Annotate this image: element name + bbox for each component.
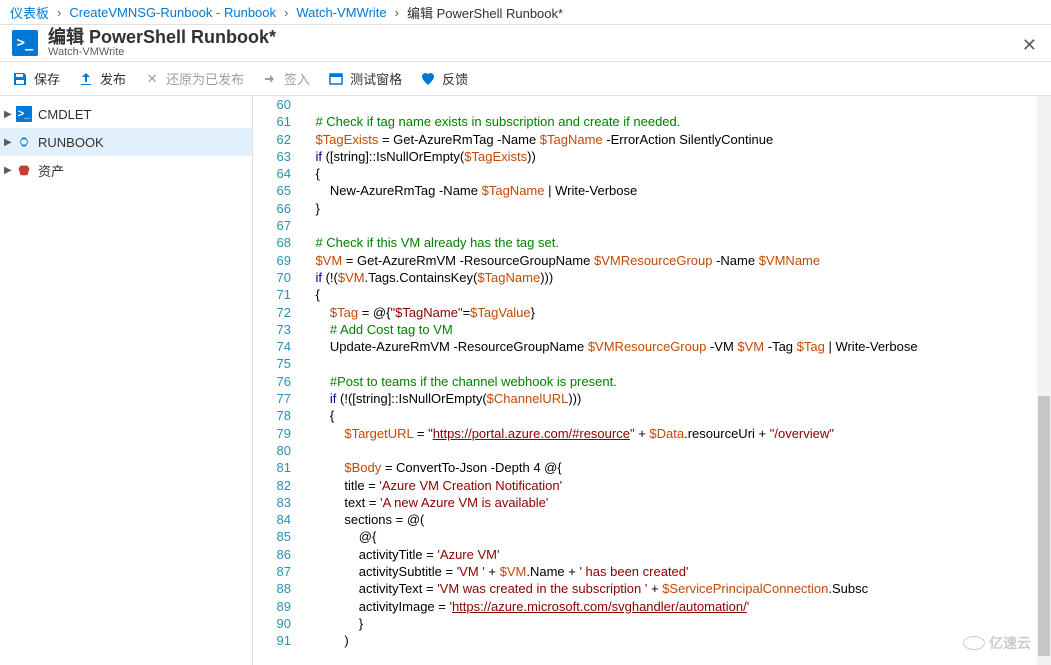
watermark-icon xyxy=(963,636,985,650)
breadcrumb-item[interactable]: 仪表板 xyxy=(10,3,49,22)
page-title: 编辑 PowerShell Runbook* xyxy=(48,28,276,46)
breadcrumb-current: 编辑 PowerShell Runbook* xyxy=(407,3,563,22)
toolbar-label: 保存 xyxy=(34,69,60,88)
toolbar-label: 发布 xyxy=(100,69,126,88)
code-content[interactable]: # Check if tag name exists in subscripti… xyxy=(301,96,1051,665)
heart-icon xyxy=(420,71,436,87)
runbook-icon xyxy=(16,134,32,150)
sidebar-item-assets[interactable]: ▶ 资产 xyxy=(0,156,252,184)
testpane-icon xyxy=(328,71,344,87)
chevron-right-icon: › xyxy=(57,5,61,20)
cmdlet-icon: >_ xyxy=(16,106,32,122)
breadcrumb-item[interactable]: Watch-VMWrite xyxy=(296,5,386,20)
line-numbers: 6061626364656667686970717273747576777879… xyxy=(253,96,301,665)
chevron-right-icon: ▶ xyxy=(4,109,14,120)
breadcrumb: 仪表板 › CreateVMNSG-Runbook - Runbook › Wa… xyxy=(0,0,1051,24)
vertical-scrollbar[interactable] xyxy=(1037,96,1051,665)
revert-button[interactable]: ✕ 还原为已发布 xyxy=(144,69,244,88)
sidebar-item-runbook[interactable]: ▶ RUNBOOK xyxy=(0,128,252,156)
breadcrumb-item[interactable]: CreateVMNSG-Runbook - Runbook xyxy=(69,5,276,20)
upload-icon xyxy=(78,71,94,87)
save-button[interactable]: 保存 xyxy=(12,69,60,88)
page-subtitle: Watch-VMWrite xyxy=(48,46,276,58)
publish-button[interactable]: 发布 xyxy=(78,69,126,88)
toolbar-label: 还原为已发布 xyxy=(166,69,244,88)
watermark-text: 亿速云 xyxy=(989,633,1031,653)
title-bar: >_ 编辑 PowerShell Runbook* Watch-VMWrite … xyxy=(0,24,1051,62)
chevron-right-icon: › xyxy=(284,5,288,20)
chevron-right-icon: › xyxy=(395,5,399,20)
sidebar-item-cmdlet[interactable]: ▶ >_ CMDLET xyxy=(0,100,252,128)
chevron-right-icon: ▶ xyxy=(4,165,14,176)
sidebar-item-label: CMDLET xyxy=(38,107,91,122)
scrollbar-thumb[interactable] xyxy=(1038,396,1050,656)
toolbar-label: 反馈 xyxy=(442,69,468,88)
sidebar-item-label: RUNBOOK xyxy=(38,135,104,150)
close-button[interactable]: ✕ xyxy=(1018,31,1041,60)
checkin-icon xyxy=(262,71,278,87)
testpane-button[interactable]: 测试窗格 xyxy=(328,69,402,88)
sidebar-item-label: 资产 xyxy=(38,161,64,180)
toolbar: 保存 发布 ✕ 还原为已发布 签入 测试窗格 反馈 xyxy=(0,62,1051,96)
asset-icon xyxy=(16,162,32,178)
chevron-right-icon: ▶ xyxy=(4,137,14,148)
close-icon: ✕ xyxy=(144,71,160,87)
feedback-button[interactable]: 反馈 xyxy=(420,69,468,88)
save-icon xyxy=(12,71,28,87)
checkin-button[interactable]: 签入 xyxy=(262,69,310,88)
toolbar-label: 测试窗格 xyxy=(350,69,402,88)
powershell-icon: >_ xyxy=(12,30,38,56)
toolbar-label: 签入 xyxy=(284,69,310,88)
code-editor[interactable]: 6061626364656667686970717273747576777879… xyxy=(253,96,1051,665)
watermark: 亿速云 xyxy=(963,633,1031,653)
sidebar: ▶ >_ CMDLET ▶ RUNBOOK ▶ 资产 xyxy=(0,96,253,665)
